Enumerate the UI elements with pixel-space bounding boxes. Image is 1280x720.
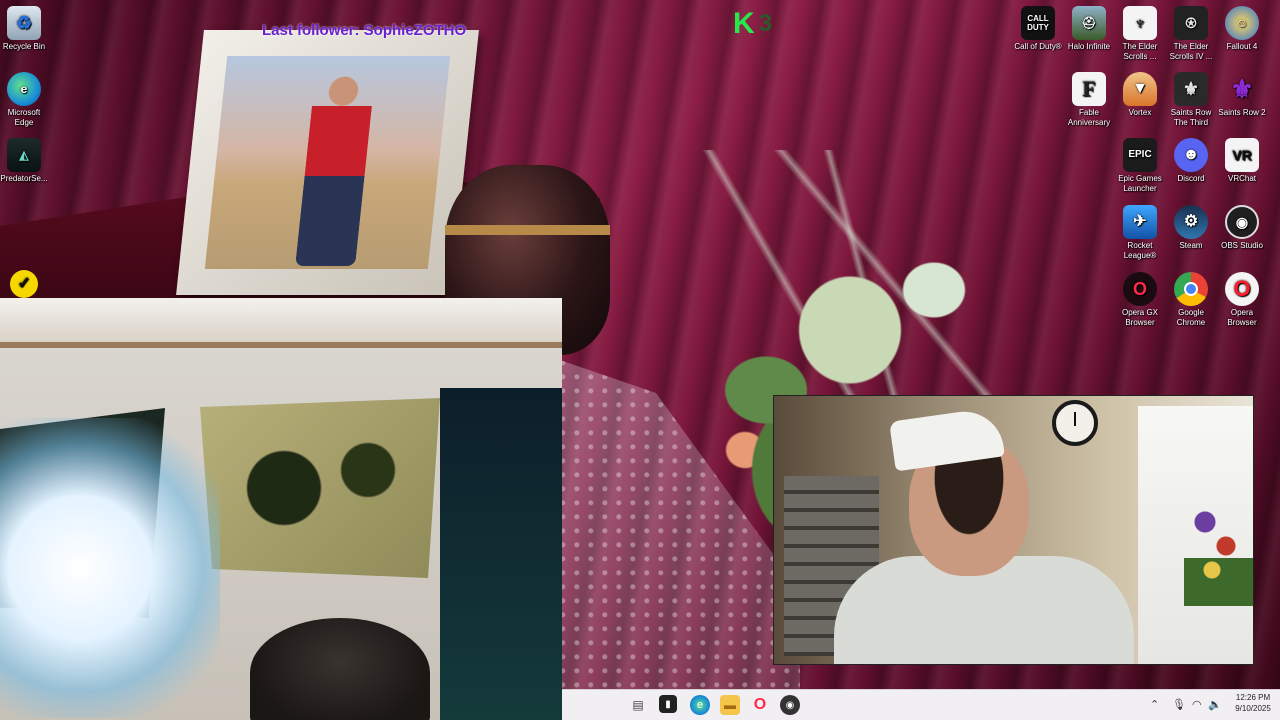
desktop-icon-opera-gx[interactable]: O Opera GX Browser: [1114, 272, 1166, 330]
opera-browser-icon: O: [1225, 272, 1259, 306]
opera-gx-icon: O: [1123, 272, 1157, 306]
desktop-icon-call-of-duty[interactable]: CALL DUTY Call of Duty®: [1012, 6, 1064, 64]
desktop-icon-predator[interactable]: ◭ PredatorSe...: [0, 138, 50, 196]
google-chrome-icon: [1174, 272, 1208, 306]
obs-studio-icon: ◉: [1225, 205, 1259, 239]
oblivion-icon: ⍟: [1174, 6, 1208, 40]
rocket-league-icon: ✈: [1123, 205, 1157, 239]
edge-icon: e: [7, 72, 41, 106]
desktop-icon-vortex[interactable]: ▼ Vortex: [1114, 72, 1166, 130]
desktop-icon-opera[interactable]: O Opera Browser: [1216, 272, 1268, 330]
vortex-icon: ▼: [1123, 72, 1157, 106]
taskbar-obs-icon[interactable]: ◉: [780, 695, 800, 715]
call-of-duty-icon: CALL DUTY: [1021, 6, 1055, 40]
desktop-icon-obs[interactable]: ◉ OBS Studio: [1216, 205, 1268, 263]
webcam-tapestry: [200, 398, 440, 578]
desktop-icon-fallout4[interactable]: ☺ Fallout 4: [1216, 6, 1268, 64]
norton-check-icon: ✓: [10, 270, 38, 298]
recycle-bin-icon: ♻: [7, 6, 41, 40]
desktop-icon-norton[interactable]: ✓: [0, 270, 50, 300]
desktop-icon-chrome[interactable]: Google Chrome: [1165, 272, 1217, 330]
desktop-icon-oblivion[interactable]: ⍟ The Elder Scrolls IV ...: [1165, 6, 1217, 64]
clock-date: 9/10/2025: [1235, 704, 1271, 713]
volume-icon[interactable]: 🔈: [1208, 698, 1222, 711]
predator-sense-icon: ◭: [7, 138, 41, 172]
desktop-icon-edge[interactable]: e Microsoft Edge: [0, 72, 50, 130]
logo-letter: K: [733, 7, 755, 40]
desktop-icon-epic[interactable]: EPIC Epic Games Launcher: [1114, 138, 1166, 196]
urn-band: [445, 225, 610, 235]
fallout-vault-boy-icon: ☺: [1225, 6, 1259, 40]
desktop-icon-skyrim[interactable]: ♆ The Elder Scrolls ...: [1114, 6, 1166, 64]
discord-icon: ☻: [1174, 138, 1208, 172]
webcam-ceiling: [0, 298, 562, 348]
file-explorer-icon[interactable]: ▬: [720, 695, 740, 715]
desktop-icon-rocket-league[interactable]: ✈ Rocket League®: [1114, 205, 1166, 263]
last-follower-overlay: Last follower: SophieZOTHO: [262, 22, 467, 39]
webcam-dark-tapestry: [440, 388, 562, 720]
video-feed: [773, 395, 1254, 665]
webcam-light-flare: [0, 418, 220, 718]
desktop-icon-discord[interactable]: ☻ Discord: [1165, 138, 1217, 196]
desktop-icon-saints-row-3[interactable]: ⚜ Saints Row The Third: [1165, 72, 1217, 130]
desktop-icon-vrchat[interactable]: VR VRChat: [1216, 138, 1268, 196]
saints-row-2-fleur-icon: ⚜: [1230, 74, 1254, 104]
taskbar-opera-icon[interactable]: O: [750, 695, 770, 715]
epic-games-icon: EPIC: [1123, 138, 1157, 172]
skyrim-dragon-icon: ♆: [1123, 6, 1157, 40]
desktop-icon-steam[interactable]: ⚙ Steam: [1165, 205, 1217, 263]
fable-icon: F: [1072, 72, 1106, 106]
taskbar-edge-icon[interactable]: e: [690, 695, 710, 715]
terminal-icon[interactable]: ▮: [659, 695, 677, 713]
microphone-icon[interactable]: 🎙: [1172, 698, 1186, 711]
wifi-icon[interactable]: ◠: [1192, 698, 1202, 711]
halo-icon: ⛑: [1072, 6, 1106, 40]
logo-number: 3: [758, 10, 773, 37]
desktop-icon-halo[interactable]: ⛑ Halo Infinite: [1063, 6, 1115, 64]
vrchat-icon: VR: [1225, 138, 1259, 172]
webcam-feed: [0, 298, 562, 720]
photo-person: [295, 76, 376, 266]
video-wall-clock: [1052, 400, 1098, 446]
desktop-icon-fable[interactable]: F Fable Anniversary: [1063, 72, 1115, 130]
desktop-icon-recycle-bin[interactable]: ♻ Recycle Bin: [0, 6, 50, 64]
clock-time: 12:26 PM: [1235, 693, 1271, 702]
wallpaper-photo-frame: [176, 30, 479, 295]
steam-icon: ⚙: [1174, 205, 1208, 239]
taskbar-clock[interactable]: 12:26 PM 9/10/2025: [1228, 692, 1278, 714]
framed-photo: [204, 56, 451, 269]
video-flowers: [1184, 486, 1253, 606]
webcam-person: [250, 618, 430, 720]
stream-logo-overlay: K 3: [733, 6, 793, 42]
task-view-widgets-icon[interactable]: ▤: [627, 695, 649, 715]
desktop-icon-saints-row-2[interactable]: ⚜ Saints Row 2: [1216, 72, 1268, 130]
show-hidden-icons-chevron-icon[interactable]: ⌃: [1150, 698, 1159, 711]
saints-row-third-icon: ⚜: [1174, 72, 1208, 106]
